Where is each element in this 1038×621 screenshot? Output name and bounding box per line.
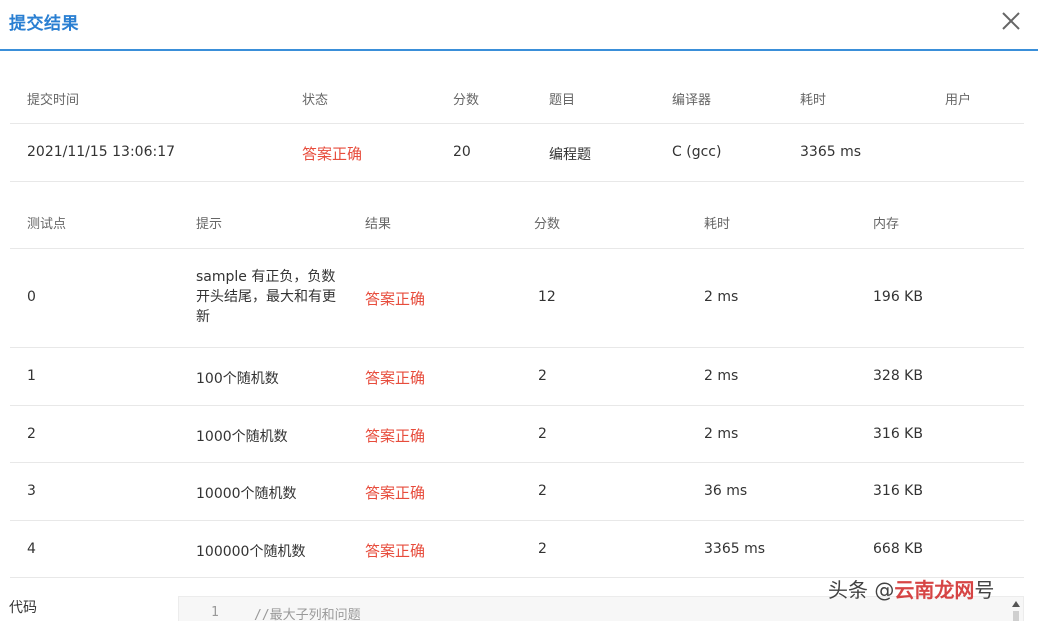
col-status: 状态 [302, 93, 329, 108]
case-hint: sample 有正负，负数开头结尾，最大和有更新 [196, 269, 336, 325]
case-hint: 10000个随机数 [196, 486, 297, 502]
case-time: 36 ms [704, 483, 748, 499]
status-text: 答案正确 [302, 145, 363, 163]
watermark: 头条 @云南龙网号 [828, 574, 994, 603]
case-memory: 196 KB [873, 289, 923, 305]
code-section-label: 代码 [9, 600, 37, 616]
case-memory: 668 KB [873, 541, 923, 557]
col-case-time: 耗时 [704, 217, 731, 232]
case-score: 12 [538, 289, 556, 305]
problem-name[interactable]: 编程题 [549, 144, 591, 164]
col-result: 结果 [365, 217, 392, 232]
case-id: 1 [27, 368, 36, 384]
case-result: 答案正确 [365, 542, 426, 560]
case-hint: 100个随机数 [196, 371, 279, 387]
watermark-prefix: 头条 @ [828, 578, 895, 602]
case-hint: 100000个随机数 [196, 544, 306, 560]
case-memory: 316 KB [873, 483, 923, 499]
table-row: 2 1000个随机数 答案正确 2 2 ms 316 KB [10, 406, 1024, 463]
case-time: 2 ms [704, 368, 739, 384]
table-row: 1 100个随机数 答案正确 2 2 ms 328 KB [10, 348, 1024, 406]
close-button[interactable] [998, 8, 1024, 34]
watermark-brand: 云南龙网 [894, 578, 975, 602]
case-score: 2 [538, 426, 547, 442]
col-submit-time: 提交时间 [27, 93, 80, 108]
code-line-text: //最大子列和问题 [254, 608, 361, 621]
total-score: 20 [453, 144, 471, 160]
summary-header-row: 提交时间 状态 分数 题目 编译器 耗时 用户 [10, 70, 1024, 124]
case-id: 4 [27, 541, 36, 557]
case-id: 3 [27, 483, 36, 499]
col-hint: 提示 [196, 217, 223, 232]
col-case-score: 分数 [534, 217, 561, 232]
scroll-up-arrow-icon[interactable] [1012, 597, 1020, 621]
table-row: 4 100000个随机数 答案正确 2 3365 ms 668 KB [10, 521, 1024, 578]
cases-header-row: 测试点 提示 结果 分数 耗时 内存 [10, 192, 1024, 249]
table-row: 0 sample 有正负，负数开头结尾，最大和有更新 答案正确 12 2 ms … [10, 249, 1024, 348]
case-result: 答案正确 [365, 290, 426, 308]
case-time: 2 ms [704, 426, 739, 442]
case-result: 答案正确 [365, 369, 426, 387]
case-memory: 316 KB [873, 426, 923, 442]
watermark-suffix: 号 [974, 578, 995, 602]
compiler-name: C (gcc) [672, 144, 722, 160]
table-row: 3 10000个随机数 答案正确 2 36 ms 316 KB [10, 463, 1024, 521]
col-problem: 题目 [549, 93, 576, 108]
code-line-number: 1 [211, 605, 219, 620]
case-time: 2 ms [704, 289, 739, 305]
col-compiler: 编译器 [672, 93, 712, 108]
case-score: 2 [538, 541, 547, 557]
case-result: 答案正确 [365, 484, 426, 502]
col-test-point: 测试点 [27, 217, 67, 232]
case-result: 答案正确 [365, 427, 426, 445]
submit-time: 2021/11/15 13:06:17 [27, 144, 176, 160]
close-icon [1002, 12, 1020, 30]
summary-data-row: 2021/11/15 13:06:17 答案正确 20 编程题 C (gcc) … [10, 124, 1024, 182]
col-score: 分数 [453, 93, 480, 108]
case-score: 2 [538, 483, 547, 499]
elapsed-time: 3365 ms [800, 144, 862, 160]
col-user: 用户 [945, 93, 972, 108]
case-id: 0 [27, 289, 36, 305]
dialog-title: 提交结果 [9, 14, 79, 34]
case-score: 2 [538, 368, 547, 384]
dialog-header: 提交结果 [0, 0, 1038, 51]
col-memory: 内存 [873, 217, 900, 232]
submission-result-dialog: 提交结果 提交时间 状态 分数 题目 编译器 耗时 用户 2021/11/15 … [0, 0, 1038, 621]
case-memory: 328 KB [873, 368, 923, 384]
col-elapsed: 耗时 [800, 93, 827, 108]
case-time: 3365 ms [704, 541, 766, 557]
case-hint: 1000个随机数 [196, 429, 288, 445]
case-id: 2 [27, 426, 36, 442]
